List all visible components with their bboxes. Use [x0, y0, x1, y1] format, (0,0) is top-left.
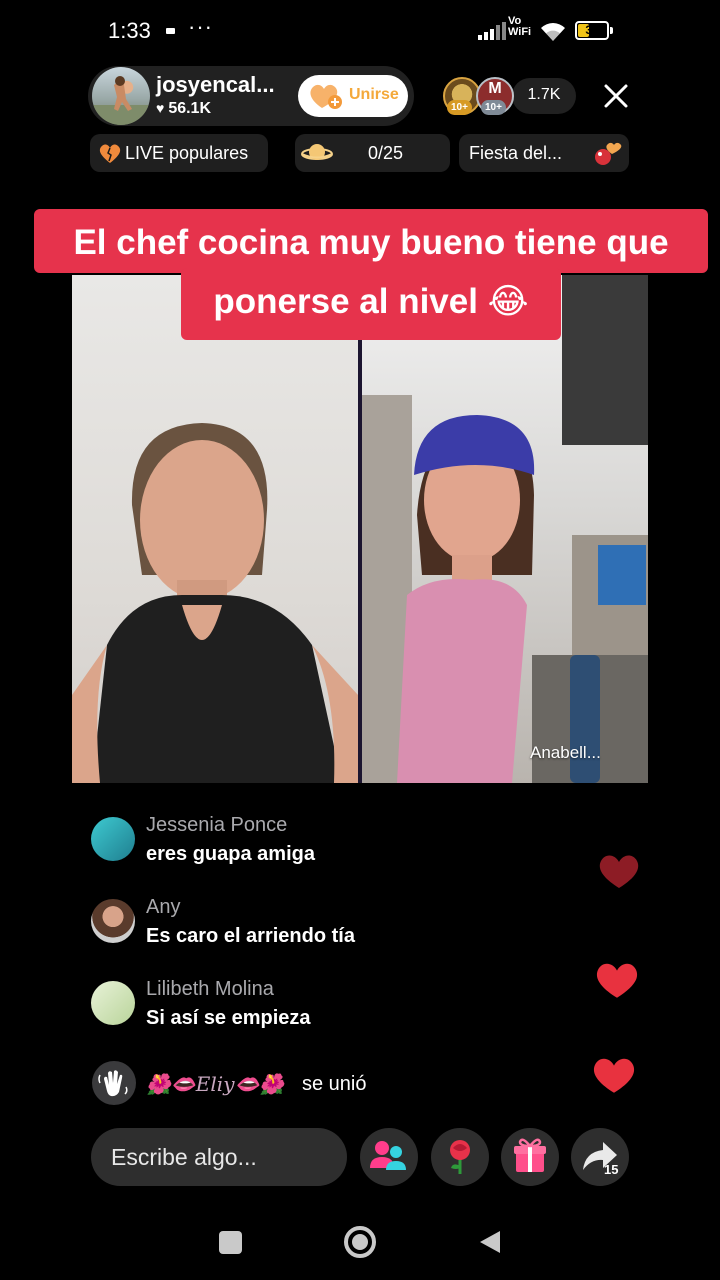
battery-level: 35: [585, 23, 599, 37]
vowifi-label: Vo WiFi: [508, 16, 531, 38]
join-button-label[interactable]: Unirse: [349, 86, 399, 104]
joined-label: se unió: [302, 1073, 367, 1095]
popular-live-label[interactable]: LIVE populares: [125, 143, 248, 164]
host-likes: ♥ 56.1K: [156, 100, 211, 118]
join-wave-badge: [92, 1061, 136, 1105]
comment-avatar-2[interactable]: [91, 899, 135, 943]
comment-user-1[interactable]: Jessenia Ponce: [146, 814, 287, 837]
guest-video-frame: [362, 275, 648, 783]
caption-line-1: El chef cocina muy bueno tiene que: [73, 223, 669, 262]
battery-nub: [610, 27, 613, 34]
rose-gift-button[interactable]: [431, 1128, 489, 1186]
wave-hand-icon: [98, 1070, 128, 1097]
host-likes-count: 56.1K: [168, 100, 212, 117]
floating-heart-icon: [599, 855, 639, 888]
guest-name[interactable]: Anabell...: [530, 743, 601, 763]
host-avatar-figure: [92, 76, 150, 125]
top-viewer-badge-2: 10+: [481, 100, 506, 115]
caption-line-2: ponerse al nivel 😂: [213, 282, 529, 321]
host-video[interactable]: [72, 275, 358, 783]
comment-user-3[interactable]: Lilibeth Molina: [146, 978, 274, 1001]
comment-user-2[interactable]: Any: [146, 896, 180, 919]
back-icon[interactable]: [478, 1229, 502, 1255]
viewer-count[interactable]: 1.7K: [512, 86, 576, 104]
joined-user-name[interactable]: 🌺👄𝐸𝑙𝑖𝑦👄🌺: [146, 1072, 284, 1096]
gift-button[interactable]: [501, 1128, 559, 1186]
floating-heart-icon: [596, 963, 638, 998]
notification-icon: [166, 28, 175, 34]
guest-video[interactable]: [362, 275, 648, 783]
signal-icon: [478, 22, 506, 40]
broken-heart-icon: [99, 144, 121, 163]
comment-text-3: Si así se empieza: [146, 1007, 311, 1029]
share-count: 15: [604, 1162, 619, 1177]
multi-guest-button[interactable]: [360, 1128, 418, 1186]
rose-icon: [450, 1140, 470, 1174]
host-name[interactable]: josyencal...: [156, 72, 275, 98]
fan-club-heart-icon: [310, 84, 342, 109]
goal-progress[interactable]: 0/25: [368, 143, 403, 164]
planet-icon: [301, 144, 333, 160]
home-button-dot: [352, 1234, 368, 1250]
host-video-frame: [72, 423, 358, 783]
event-label[interactable]: Fiesta del...: [469, 143, 562, 164]
floating-heart-icon: [593, 1058, 635, 1093]
comment-text-1: eres guapa amiga: [146, 843, 315, 865]
vowifi-bottom: WiFi: [508, 26, 532, 38]
battery-icon: 35: [575, 21, 609, 40]
top-viewer-initial-2: M: [488, 80, 502, 97]
heart-icon: ♥: [156, 100, 165, 116]
gift-hearts-icon: [595, 142, 622, 165]
guests-icon: [370, 1141, 406, 1170]
more-notifications-icon: ···: [188, 14, 213, 39]
close-icon[interactable]: [600, 80, 632, 112]
share-button[interactable]: [571, 1128, 629, 1186]
status-bar: 1:33 ··· Vo WiFi 35: [0, 0, 720, 62]
host-avatar[interactable]: [92, 67, 150, 125]
comment-input-placeholder[interactable]: Escribe algo...: [111, 1144, 257, 1171]
status-time: 1:33: [108, 18, 151, 43]
top-viewer-badge-1: 10+: [447, 100, 472, 115]
comment-avatar-1[interactable]: [91, 817, 135, 861]
comment-text-2: Es caro el arriendo tía: [146, 925, 355, 947]
gift-icon: [514, 1138, 546, 1172]
wifi-icon: [541, 23, 565, 41]
recents-button[interactable]: [219, 1231, 242, 1254]
comment-avatar-3[interactable]: [91, 981, 135, 1025]
share-arrow-icon: [583, 1142, 617, 1170]
